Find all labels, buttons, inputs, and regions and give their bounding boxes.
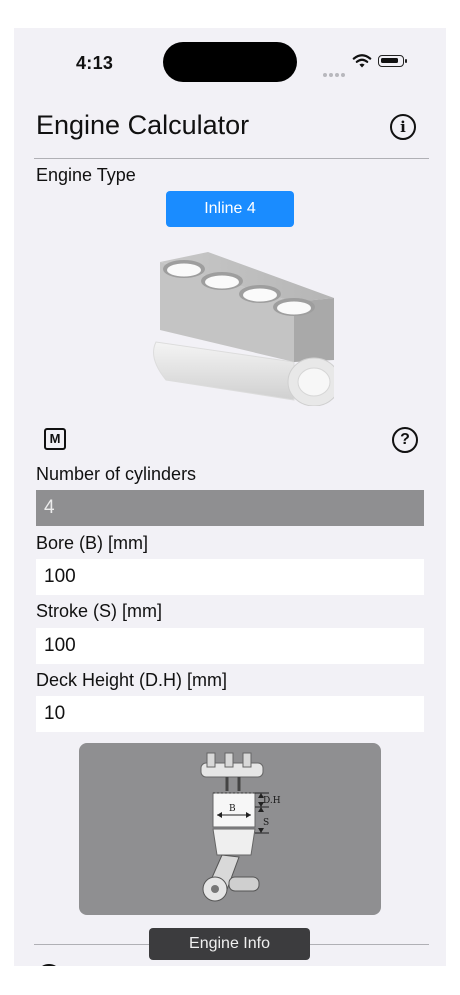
battery-icon xyxy=(378,55,407,67)
piston-illustration: D.H S B xyxy=(200,752,281,902)
dynamic-island xyxy=(163,42,297,82)
cylinders-label: Number of cylinders xyxy=(36,464,197,484)
deck-height-label: Deck Height (D.H) [mm] xyxy=(36,670,228,690)
piston-diagram: D.H S B xyxy=(79,743,381,915)
engine-type-button[interactable]: Inline 4 xyxy=(166,191,294,227)
partial-circle-icon xyxy=(36,964,62,966)
dh-dimension-label: D.H xyxy=(263,796,281,806)
header-divider xyxy=(34,158,429,159)
bore-dimension-label: B xyxy=(229,804,236,814)
info-icon[interactable]: i xyxy=(390,114,416,140)
deck-height-field[interactable] xyxy=(36,696,424,732)
stroke-field[interactable] xyxy=(36,628,424,664)
status-bar: 4:13 xyxy=(14,28,446,98)
stroke-label: Stroke (S) [mm] xyxy=(36,601,163,621)
help-icon[interactable]: ? xyxy=(392,427,418,453)
bore-field[interactable] xyxy=(36,559,424,595)
signal-dots-icon xyxy=(323,64,347,82)
app-screen: 4:13 Engine Calculator i Engine Type Inl… xyxy=(14,28,446,966)
stroke-dimension-label: S xyxy=(263,818,269,828)
wifi-icon xyxy=(352,54,372,68)
page-title: Engine Calculator xyxy=(36,110,250,140)
cylinders-field xyxy=(36,490,424,526)
bore-label: Bore (B) [mm] xyxy=(36,533,149,553)
engine-type-label: Engine Type xyxy=(36,165,136,185)
manual-mode-button[interactable]: M xyxy=(44,428,66,450)
status-time: 4:13 xyxy=(76,53,114,73)
engine-info-button[interactable]: Engine Info xyxy=(149,928,310,960)
engine-block-image xyxy=(153,252,334,406)
